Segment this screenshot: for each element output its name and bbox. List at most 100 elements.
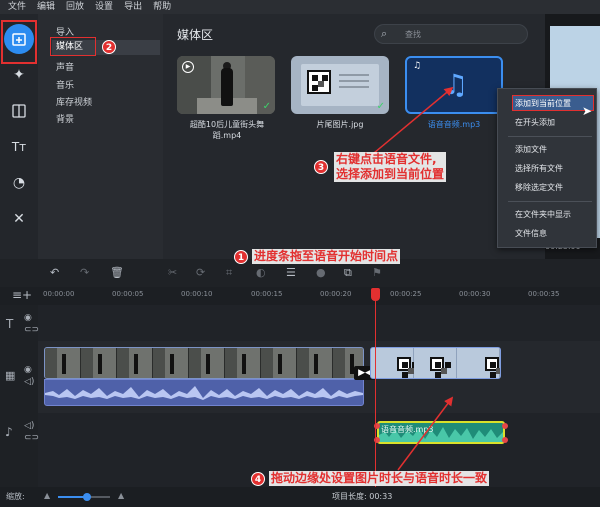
menu-help[interactable]: 帮助: [153, 0, 171, 14]
ruler-tick: 00:00:05: [112, 290, 144, 298]
timeline-image-clip[interactable]: [370, 347, 501, 379]
context-show-in-folder[interactable]: 在文件夹中显示: [515, 209, 571, 220]
zoom-slider[interactable]: [58, 493, 110, 501]
media-item-audio[interactable]: ♫ ♫: [405, 56, 503, 114]
timeline-music-clip[interactable]: 语音音频.mp3: [377, 421, 505, 444]
tool-strip: ✦ Tт ◔ ✕: [0, 14, 38, 259]
menu-export[interactable]: 导出: [124, 0, 142, 14]
visibility-icon[interactable]: ◉: [24, 365, 32, 375]
media-item-video[interactable]: ▶ ✓: [177, 56, 275, 114]
cut-icon[interactable]: ✂: [168, 266, 177, 279]
zoom-slider-knob[interactable]: [82, 493, 91, 501]
menu-divider: [508, 201, 592, 202]
trim-handle[interactable]: [502, 423, 508, 429]
rotate-icon[interactable]: ⟳: [196, 266, 205, 279]
category-music[interactable]: 音乐: [56, 78, 74, 91]
flag-icon[interactable]: ⚑: [372, 266, 382, 279]
zoom-in-icon[interactable]: ▲: [118, 491, 124, 500]
trim-handle[interactable]: [502, 437, 508, 443]
context-add-files[interactable]: 添加文件: [515, 144, 547, 155]
media-item-image[interactable]: ✓: [291, 56, 389, 114]
timeline-video-audio[interactable]: [44, 379, 364, 406]
import-icon: [12, 33, 26, 46]
color-adjust-icon[interactable]: ◐: [256, 266, 266, 279]
music-note-icon: ♫: [413, 61, 422, 71]
zoom-label: 缩放:: [6, 492, 25, 501]
context-select-all[interactable]: 选择所有文件: [515, 163, 563, 174]
clip-frame: [117, 348, 153, 378]
category-background[interactable]: 背景: [56, 112, 74, 125]
frame-wall: [225, 348, 237, 378]
add-track-icon[interactable]: ≡+: [12, 288, 32, 302]
sticker-icon: ◔: [12, 175, 26, 191]
mute-icon[interactable]: ◁): [24, 377, 34, 387]
category-stock-video[interactable]: 库存视频: [56, 95, 92, 108]
clip-frame: [81, 348, 117, 378]
media-item-label: 片尾图片.jpg: [316, 120, 364, 129]
ruler-tick: 00:00:35: [528, 290, 560, 298]
delete-icon[interactable]: 🗑: [110, 266, 124, 279]
timeline-video-clip[interactable]: [44, 347, 364, 379]
magic-wand-icon: ✦: [13, 67, 25, 83]
frame-wall: [81, 348, 93, 378]
clip-frame: [261, 348, 297, 378]
media-item-label: 语音音频.mp3: [427, 120, 481, 129]
title-track[interactable]: [38, 305, 600, 341]
crop-icon[interactable]: ⌗: [226, 266, 232, 280]
playhead-handle[interactable]: [371, 288, 380, 301]
record-icon[interactable]: ●: [316, 266, 326, 279]
transitions-tool-button[interactable]: [4, 96, 34, 126]
zoom-out-icon[interactable]: ▲: [44, 491, 50, 500]
more-tools-button[interactable]: ✕: [4, 204, 34, 234]
context-add-at-start[interactable]: 在开头添加: [515, 117, 555, 128]
mute-icon[interactable]: ◁): [24, 421, 34, 431]
context-remove-selected[interactable]: 移除选定文件: [515, 182, 563, 193]
menu-edit[interactable]: 编辑: [37, 0, 55, 14]
visibility-icon[interactable]: ◉: [24, 313, 32, 323]
context-add-at-position[interactable]: 添加到当前位置: [515, 98, 571, 109]
menu-settings[interactable]: 设置: [95, 0, 113, 14]
menu-bar: 文件 编辑 回放 设置 导出 帮助: [0, 0, 600, 14]
annotation-line: 右键点击语音文件,: [336, 152, 437, 166]
ruler-tick: 00:00:20: [320, 290, 352, 298]
timeline-ruler[interactable]: ≡+ 00:00:00 00:00:05 00:00:10 00:00:15 0…: [0, 287, 600, 305]
clip-frame: [414, 348, 457, 378]
link-icon[interactable]: ⊂⊃: [24, 433, 39, 443]
bottom-bar: 缩放: ▲ ▲ 项目长度: 00:33: [0, 487, 600, 507]
frame-person: [98, 354, 102, 374]
undo-icon[interactable]: ↶: [50, 266, 59, 279]
clip-frame: [297, 348, 333, 378]
clip-frame: [457, 348, 500, 378]
annotation-number: 3: [314, 160, 328, 174]
context-file-info[interactable]: 文件信息: [515, 228, 547, 239]
clip-frame: [153, 348, 189, 378]
redo-icon[interactable]: ↷: [80, 266, 89, 279]
ruler-tick: 00:00:15: [251, 290, 283, 298]
link-icon[interactable]: ⊂⊃: [24, 325, 39, 335]
category-sound[interactable]: 声音: [56, 60, 74, 73]
playhead-line[interactable]: [375, 288, 376, 493]
media-item-label-line2: 蹈.mp4: [212, 131, 242, 140]
transition-icon: [12, 104, 26, 118]
qr-code-icon: [307, 70, 331, 94]
search-input[interactable]: ⌕ 查找: [374, 24, 528, 44]
annotation-text: 右键点击语音文件, 选择添加到当前位置: [334, 152, 447, 182]
frame-person: [170, 354, 174, 374]
clip-frame: [45, 348, 81, 378]
insert-icon[interactable]: ⧉: [344, 266, 352, 280]
qr-code-icon: [485, 357, 499, 371]
menu-divider: [508, 136, 592, 137]
frame-person: [242, 354, 246, 374]
stickers-tool-button[interactable]: ◔: [4, 168, 34, 198]
menu-playback[interactable]: 回放: [66, 0, 84, 14]
menu-file[interactable]: 文件: [8, 0, 26, 14]
effects-tool-button[interactable]: ✦: [4, 60, 34, 90]
frame-wall: [333, 348, 345, 378]
import-tool-button[interactable]: [4, 24, 34, 54]
frame-wall: [261, 348, 273, 378]
titles-tool-button[interactable]: Tт: [4, 132, 34, 162]
frame-person: [278, 354, 282, 374]
tools-icon: ✕: [13, 211, 25, 227]
clip-properties-icon[interactable]: ☰: [286, 266, 296, 279]
frame-wall: [45, 348, 57, 378]
